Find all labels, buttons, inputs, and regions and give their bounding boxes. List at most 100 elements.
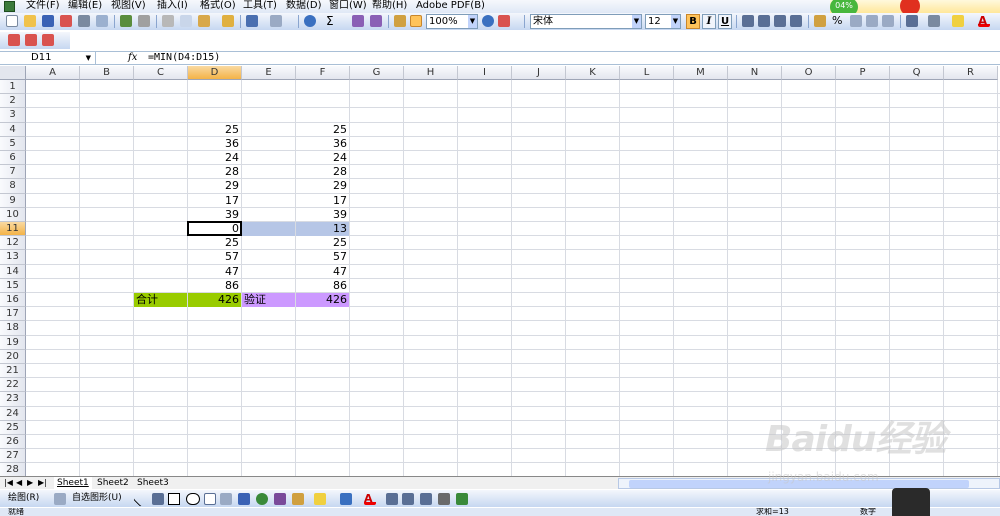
dash-style-icon[interactable]	[402, 493, 414, 505]
cell-f7[interactable]: 28	[296, 165, 349, 179]
line-icon[interactable]	[133, 491, 149, 507]
cell-d15[interactable]: 86	[188, 279, 241, 293]
row-header-28[interactable]: 28	[0, 463, 26, 476]
row-header-15[interactable]: 15	[0, 278, 26, 293]
column-header-g[interactable]: G	[350, 66, 404, 80]
decrease-decimal-icon[interactable]	[882, 15, 894, 27]
picture-icon[interactable]	[292, 493, 304, 505]
cell-f6[interactable]: 24	[296, 151, 349, 165]
cell-f11[interactable]: 13	[296, 222, 349, 236]
row-header-10[interactable]: 10	[0, 207, 26, 222]
cell-f10[interactable]: 39	[296, 208, 349, 222]
cell-f12[interactable]: 25	[296, 236, 349, 250]
menu-insert[interactable]: 插入(I)	[157, 0, 188, 13]
menu-adobe-pdf[interactable]: Adobe PDF(B)	[416, 0, 485, 13]
cell-d7[interactable]: 28	[188, 165, 241, 179]
row-header-8[interactable]: 8	[0, 179, 26, 194]
cell-f9[interactable]: 17	[296, 194, 349, 208]
column-header-n[interactable]: N	[728, 66, 782, 80]
spelling-icon[interactable]	[120, 15, 132, 27]
cell-c16-total-label[interactable]: 合计	[134, 293, 187, 307]
redo-icon[interactable]	[270, 15, 282, 27]
row-header-16[interactable]: 16	[0, 293, 26, 308]
next-sheet-icon[interactable]: ▶	[27, 477, 33, 489]
row-header-1[interactable]: 1	[0, 80, 26, 95]
cell-d8[interactable]: 29	[188, 179, 241, 193]
menu-edit[interactable]: 编辑(E)	[68, 0, 102, 13]
oval-icon[interactable]	[186, 493, 200, 505]
currency-icon[interactable]	[814, 15, 826, 27]
row-header-27[interactable]: 27	[0, 449, 26, 464]
column-header-b[interactable]: B	[80, 66, 134, 80]
percent-button[interactable]: %	[832, 15, 844, 27]
print-preview-icon[interactable]	[96, 15, 108, 27]
menu-format[interactable]: 格式(O)	[200, 0, 236, 13]
cell-e11[interactable]	[242, 222, 295, 236]
select-objects-icon[interactable]	[54, 493, 66, 505]
row-header-7[interactable]: 7	[0, 165, 26, 180]
row-header-19[interactable]: 19	[0, 335, 26, 350]
menu-window[interactable]: 窗口(W)	[329, 0, 367, 13]
sheet-tab-sheet1[interactable]: Sheet1	[54, 477, 92, 489]
menu-data[interactable]: 数据(D)	[286, 0, 322, 13]
cut-icon[interactable]	[162, 15, 174, 27]
cell-d12[interactable]: 25	[188, 236, 241, 250]
cell-e16-verify-label[interactable]: 验证	[242, 293, 295, 307]
menu-tools[interactable]: 工具(T)	[243, 0, 277, 13]
row-header-17[interactable]: 17	[0, 307, 26, 322]
pdf-email-icon[interactable]	[25, 34, 37, 46]
menu-help[interactable]: 帮助(H)	[372, 0, 407, 13]
merge-center-icon[interactable]	[790, 15, 802, 27]
row-header-3[interactable]: 3	[0, 108, 26, 123]
fill-color-icon[interactable]	[952, 15, 964, 27]
help-icon[interactable]	[482, 15, 494, 27]
column-header-f[interactable]: F	[296, 66, 350, 80]
italic-button[interactable]: I	[702, 14, 716, 29]
print-icon[interactable]	[78, 15, 90, 27]
cell-f13[interactable]: 57	[296, 250, 349, 264]
cell-d16-total-value[interactable]: 426	[188, 293, 241, 307]
menu-view[interactable]: 视图(V)	[111, 0, 146, 13]
row-header-12[interactable]: 12	[0, 236, 26, 251]
save-icon[interactable]	[42, 15, 54, 27]
row-header-6[interactable]: 6	[0, 151, 26, 166]
format-painter-icon[interactable]	[222, 15, 234, 27]
column-header-c[interactable]: C	[134, 66, 188, 80]
row-header-20[interactable]: 20	[0, 349, 26, 364]
row-header-9[interactable]: 9	[0, 193, 26, 208]
sort-descending-icon[interactable]	[370, 15, 382, 27]
chevron-down-icon[interactable]: ▼	[671, 15, 680, 28]
font-name-combo[interactable]: 宋体 ▼	[530, 14, 642, 29]
arrow-style-icon[interactable]	[420, 493, 432, 505]
arrow-icon[interactable]	[152, 493, 164, 505]
row-header-5[interactable]: 5	[0, 136, 26, 151]
select-all-corner[interactable]	[0, 66, 26, 80]
cell-d4[interactable]: 25	[188, 123, 241, 137]
line-style-icon[interactable]	[386, 493, 398, 505]
autoshapes-button[interactable]: 自选图形(U)	[72, 490, 122, 507]
shadow-icon[interactable]	[438, 493, 450, 505]
rectangle-icon[interactable]	[168, 493, 180, 505]
row-header-14[interactable]: 14	[0, 264, 26, 279]
chevron-down-icon[interactable]: ▼	[468, 15, 477, 28]
cell-d10[interactable]: 39	[188, 208, 241, 222]
column-header-e[interactable]: E	[242, 66, 296, 80]
cell-d9[interactable]: 17	[188, 194, 241, 208]
column-header-p[interactable]: P	[836, 66, 890, 80]
fill-color-icon[interactable]	[314, 493, 326, 505]
research-book-icon[interactable]	[498, 15, 510, 27]
vertical-textbox-icon[interactable]	[220, 493, 232, 505]
increase-decimal-icon[interactable]	[866, 15, 878, 27]
comma-style-icon[interactable]	[850, 15, 862, 27]
chart-wizard-icon[interactable]	[394, 15, 406, 27]
column-header-h[interactable]: H	[404, 66, 458, 80]
insert-function-button[interactable]: fx	[128, 52, 137, 64]
column-header-q[interactable]: Q	[890, 66, 944, 80]
column-header-k[interactable]: K	[566, 66, 620, 80]
paste-icon[interactable]	[198, 15, 210, 27]
cell-d13[interactable]: 57	[188, 250, 241, 264]
row-header-23[interactable]: 23	[0, 392, 26, 407]
copy-icon[interactable]	[180, 15, 192, 27]
cell-d14[interactable]: 47	[188, 265, 241, 279]
font-size-combo[interactable]: 12 ▼	[645, 14, 681, 29]
